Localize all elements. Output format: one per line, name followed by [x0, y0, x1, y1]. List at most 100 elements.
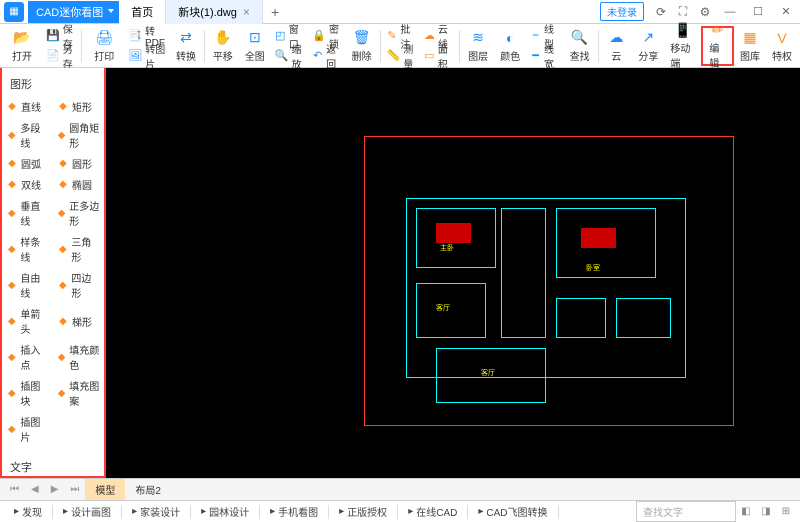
tab-prev-icon[interactable]: ◀: [25, 484, 45, 495]
toggle2-icon[interactable]: ◨: [756, 502, 776, 522]
tool-椭圆[interactable]: ◆椭圆: [53, 174, 104, 195]
mobile-button[interactable]: 📱移动端: [664, 26, 701, 66]
status-link-4[interactable]: ▸手机看图: [260, 504, 328, 519]
delete-button[interactable]: 🗑删除: [346, 26, 378, 66]
tool-填充颜色[interactable]: ◆填充颜色: [53, 339, 104, 375]
settings-icon[interactable]: ⚙: [694, 1, 716, 23]
section-title: 文字: [2, 455, 104, 478]
tool-icon: ◆: [57, 387, 66, 399]
tool-icon: ◆: [6, 129, 17, 141]
pan-button[interactable]: ✋平移: [207, 26, 239, 66]
minimize-button[interactable]: —: [716, 1, 744, 23]
back-button[interactable]: ↶返回: [308, 46, 345, 66]
tab-first-icon[interactable]: ⏮: [4, 484, 25, 495]
tool-icon: ◆: [57, 129, 66, 141]
tool-多段线[interactable]: ◆多段线: [2, 117, 53, 153]
layer-button[interactable]: ≋图层: [462, 26, 494, 66]
status-link-1[interactable]: ▸设计画图: [53, 504, 121, 519]
status-link-6[interactable]: ▸在线CAD: [398, 504, 467, 519]
close-button[interactable]: ✕: [772, 1, 800, 23]
tool-icon: ◆: [6, 351, 17, 363]
tool-矩形[interactable]: ◆矩形: [53, 96, 104, 117]
full-button[interactable]: ⊡全图: [239, 26, 271, 66]
bullet-icon: ▸: [270, 506, 275, 517]
search-input[interactable]: 查找文字: [636, 501, 736, 522]
share-button[interactable]: ↗分享: [632, 26, 664, 66]
bullet-icon: ▸: [132, 506, 137, 517]
open-button[interactable]: 📂打开: [2, 26, 42, 66]
tool-三角形[interactable]: ◆三角形: [53, 231, 104, 267]
tab-next-icon[interactable]: ▶: [45, 484, 65, 495]
status-link-5[interactable]: ▸正版授权: [329, 504, 397, 519]
maximize-button[interactable]: ☐: [744, 1, 772, 23]
find-button[interactable]: 🔍查找: [564, 26, 596, 66]
status-link-0[interactable]: ▸发现: [4, 504, 52, 519]
drawing-canvas[interactable]: 主卧 卧室 客厅 客厅: [106, 68, 800, 478]
tool-插图片[interactable]: ◆插图片: [2, 411, 53, 447]
tool-样条线[interactable]: ◆样条线: [2, 231, 53, 267]
img-button[interactable]: 🖼转图片: [124, 46, 170, 66]
tab-home[interactable]: 首页: [119, 0, 166, 24]
edit-button[interactable]: ✏编辑: [701, 26, 734, 66]
app-logo-icon: ▦: [4, 2, 24, 22]
tool-icon: ◆: [57, 243, 68, 255]
zoom-button[interactable]: 🔍缩放: [271, 46, 308, 66]
layout-tabs: ⏮ ◀ ▶ ⏭ 模型 布局2: [0, 478, 800, 500]
tool-圆形[interactable]: ◆圆形: [53, 153, 104, 174]
convert-button[interactable]: ⇄转换: [170, 26, 202, 66]
tool-icon: ◆: [57, 158, 69, 170]
toggle3-icon[interactable]: ⊞: [776, 502, 796, 522]
status-link-2[interactable]: ▸家装设计: [122, 504, 190, 519]
saveas-button[interactable]: 📄另存: [42, 46, 79, 66]
tab-add-button[interactable]: +: [263, 0, 287, 24]
tab-last-icon[interactable]: ⏭: [64, 484, 85, 495]
floorplan: 主卧 卧室 客厅 客厅: [406, 168, 696, 408]
tab-file[interactable]: 新块(1).dwg ×: [166, 0, 263, 24]
status-link-7[interactable]: ▸CAD飞图转换: [468, 504, 557, 519]
close-icon[interactable]: ×: [243, 5, 250, 19]
tab-layout2[interactable]: 布局2: [125, 479, 171, 500]
sidebar: 图形◆直线◆矩形◆多段线◆圆角矩形◆圆弧◆圆形◆双线◆椭圆◆垂直线◆正多边形◆样…: [0, 68, 106, 478]
area-button[interactable]: ▭面积: [420, 46, 457, 66]
print-button[interactable]: 🖨打印: [84, 26, 124, 66]
tool-梯形[interactable]: ◆梯形: [53, 303, 104, 339]
lineweight-button[interactable]: ━线宽: [526, 46, 563, 66]
tool-icon: ◆: [6, 423, 17, 435]
bullet-icon: ▸: [14, 506, 19, 517]
gallery-button[interactable]: ▦图库: [734, 26, 766, 66]
tool-垂直线[interactable]: ◆垂直线: [2, 195, 53, 231]
bullet-icon: ▸: [339, 506, 344, 517]
tool-填充图案[interactable]: ◆填充图案: [53, 375, 104, 411]
bullet-icon: ▸: [201, 506, 206, 517]
status-link-3[interactable]: ▸园林设计: [191, 504, 259, 519]
toggle1-icon[interactable]: ◧: [736, 502, 756, 522]
tool-单箭头[interactable]: ◆单箭头: [2, 303, 53, 339]
app-name-dropdown[interactable]: CAD迷你看图: [28, 1, 119, 23]
tool-icon: ◆: [57, 179, 69, 191]
tool-插图块[interactable]: ◆插图块: [2, 375, 53, 411]
tool-插入点[interactable]: ◆插入点: [2, 339, 53, 375]
tool-双线[interactable]: ◆双线: [2, 174, 53, 195]
tool-四边形[interactable]: ◆四边形: [53, 267, 104, 303]
fullscreen-icon[interactable]: ⛶: [672, 1, 694, 23]
vip-button[interactable]: V特权: [766, 26, 798, 66]
tool-icon: ◆: [57, 279, 68, 291]
color-button[interactable]: ◐颜色: [494, 26, 526, 66]
tool-icon: ◆: [57, 315, 69, 327]
measure-button[interactable]: 📏测量: [382, 46, 419, 66]
tool-圆弧[interactable]: ◆圆弧: [2, 153, 53, 174]
tool-icon: ◆: [6, 207, 17, 219]
tab-model[interactable]: 模型: [85, 479, 125, 500]
refresh-icon[interactable]: ⟳: [650, 1, 672, 23]
tool-直线[interactable]: ◆直线: [2, 96, 53, 117]
tool-自由线[interactable]: ◆自由线: [2, 267, 53, 303]
cloud-button[interactable]: ☁云: [600, 26, 632, 66]
bullet-icon: ▸: [408, 506, 413, 517]
bullet-icon: ▸: [478, 506, 483, 517]
login-button[interactable]: 未登录: [600, 2, 644, 21]
statusbar: ▸发现▸设计画图▸家装设计▸园林设计▸手机看图▸正版授权▸在线CAD▸CAD飞图…: [0, 500, 800, 522]
tool-圆角矩形[interactable]: ◆圆角矩形: [53, 117, 104, 153]
tool-正多边形[interactable]: ◆正多边形: [53, 195, 104, 231]
tool-icon: ◆: [57, 351, 66, 363]
tool-icon: ◆: [6, 243, 17, 255]
